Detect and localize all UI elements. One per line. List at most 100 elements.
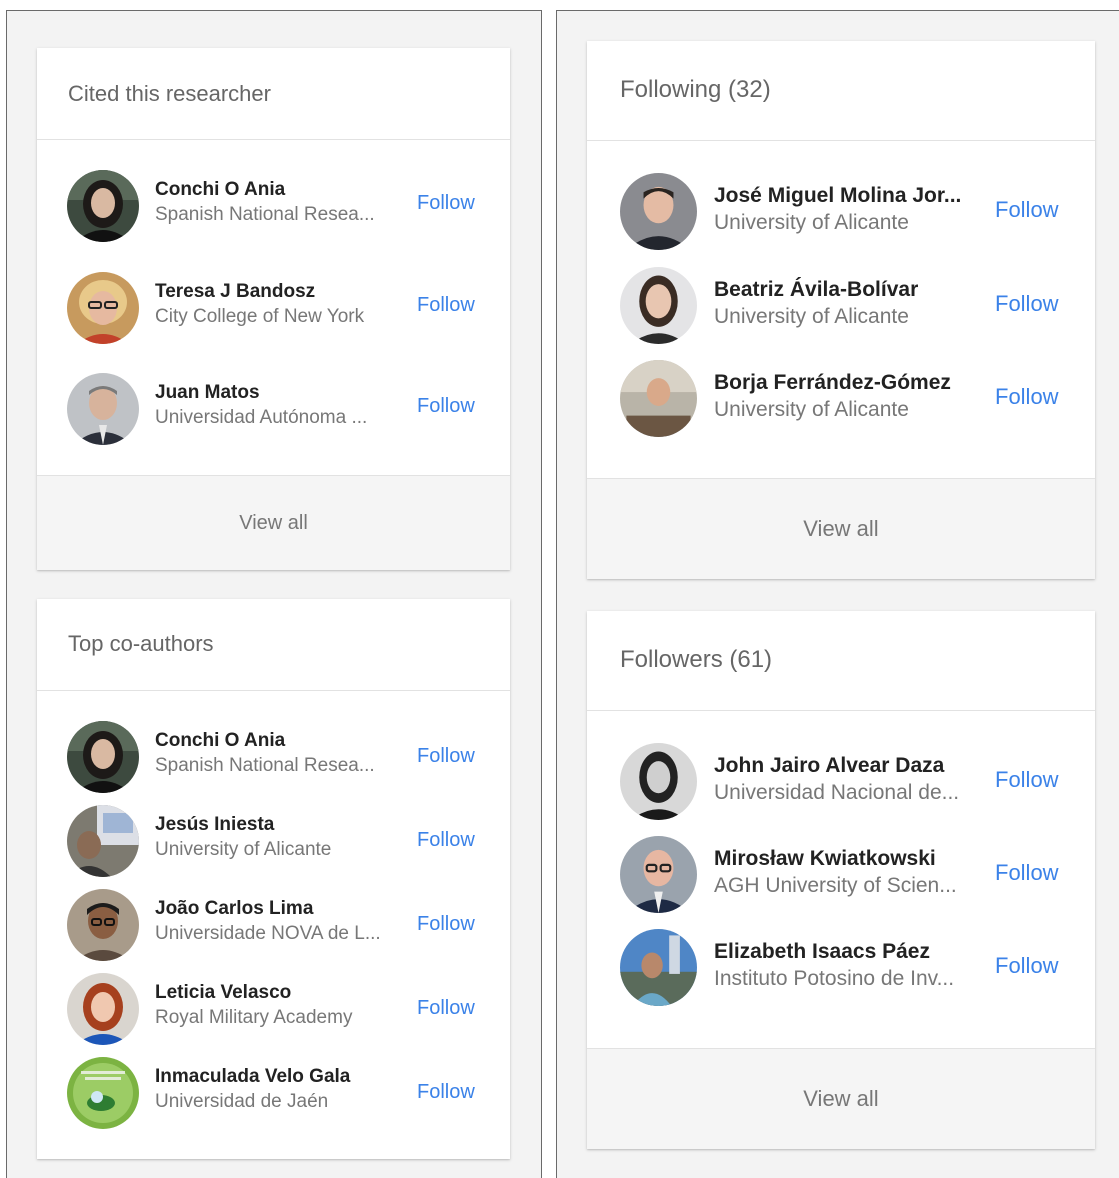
left-column: Cited this researcher Conchi O Ania Span… (6, 10, 542, 1178)
person-info: João Carlos Lima Universidade NOVA de L.… (155, 897, 405, 947)
person-affiliation: Universidade NOVA de L... (155, 923, 381, 944)
avatar[interactable] (620, 360, 697, 437)
cited-card: Cited this researcher Conchi O Ania Span… (37, 48, 510, 570)
person-info: Juan Matos Universidad Autónoma ... (155, 381, 405, 431)
person-info: Leticia Velasco Royal Military Academy (155, 981, 405, 1031)
person-affiliation: Instituto Potosino de Inv... (714, 967, 955, 990)
person-affiliation: Royal Military Academy (155, 1007, 353, 1028)
view-all-button[interactable]: View all (239, 512, 308, 535)
view-all-button[interactable]: View all (803, 516, 878, 542)
person-info: Teresa J Bandosz City College of New Yor… (155, 280, 405, 330)
person-affiliation: Universidad Nacional de... (714, 781, 960, 804)
person-affiliation: University of Alicante (714, 211, 909, 234)
person-info: Conchi O Ania Spanish National Resea... (155, 178, 405, 228)
person-affiliation: Spanish National Resea... (155, 755, 375, 776)
person-info: Inmaculada Velo Gala Universidad de Jaén (155, 1065, 405, 1115)
person-info: Conchi O Ania Spanish National Resea... (155, 729, 405, 779)
follow-button[interactable]: Follow (417, 745, 475, 768)
list-item: Elizabeth Isaacs Páez Instituto Potosino… (587, 929, 1095, 1009)
avatar[interactable] (67, 973, 139, 1045)
follow-button[interactable]: Follow (995, 767, 1059, 793)
list-item: José Miguel Molina Jor... University of … (587, 173, 1095, 253)
person-name[interactable]: Mirosław Kwiatkowski (714, 845, 978, 872)
follow-button[interactable]: Follow (417, 829, 475, 852)
card-title: Followers (61) (620, 646, 773, 673)
person-affiliation: Spanish National Resea... (155, 204, 375, 225)
avatar[interactable] (620, 929, 697, 1006)
list-item: Conchi O Ania Spanish National Resea... … (37, 170, 510, 250)
list-item: Juan Matos Universidad Autónoma ... Foll… (37, 373, 510, 453)
person-affiliation: Universidad de Jaén (155, 1091, 329, 1112)
person-info: Elizabeth Isaacs Páez Instituto Potosino… (714, 938, 978, 993)
person-name[interactable]: Teresa J Bandosz (155, 280, 405, 304)
following-card-header: Following (32) (587, 41, 1095, 141)
view-all-button[interactable]: View all (803, 1086, 878, 1112)
follow-button[interactable]: Follow (417, 913, 475, 936)
follow-button[interactable]: Follow (995, 860, 1059, 886)
follow-button[interactable]: Follow (417, 192, 475, 215)
followers-card: Followers (61) John Jairo Alvear Daza Un… (587, 611, 1095, 1149)
avatar[interactable] (67, 805, 139, 877)
person-info: Jesús Iniesta University of Alicante (155, 813, 405, 863)
person-name[interactable]: José Miguel Molina Jor... (714, 182, 978, 209)
person-name[interactable]: Inmaculada Velo Gala (155, 1065, 405, 1089)
person-info: Mirosław Kwiatkowski AGH University of S… (714, 845, 978, 900)
follow-button[interactable]: Follow (417, 395, 475, 418)
avatar[interactable] (67, 889, 139, 961)
list-item: Borja Ferrández-Gómez University of Alic… (587, 360, 1095, 440)
person-name[interactable]: Juan Matos (155, 381, 405, 405)
person-affiliation: Universidad Autónoma ... (155, 407, 368, 428)
avatar[interactable] (67, 272, 139, 344)
card-title: Cited this researcher (68, 81, 271, 106)
person-name[interactable]: João Carlos Lima (155, 897, 405, 921)
right-column: Following (32) José Miguel Molina Jor...… (556, 10, 1119, 1178)
person-name[interactable]: John Jairo Alvear Daza (714, 752, 978, 779)
view-all-footer: View all (37, 475, 510, 570)
person-affiliation: University of Alicante (155, 839, 332, 860)
avatar[interactable] (67, 1057, 139, 1129)
following-card: Following (32) José Miguel Molina Jor...… (587, 41, 1095, 579)
person-name[interactable]: Conchi O Ania (155, 178, 405, 202)
avatar[interactable] (67, 721, 139, 793)
person-name[interactable]: Conchi O Ania (155, 729, 405, 753)
view-all-footer: View all (587, 1048, 1095, 1149)
follow-button[interactable]: Follow (417, 997, 475, 1020)
person-info: Borja Ferrández-Gómez University of Alic… (714, 369, 978, 424)
follow-button[interactable]: Follow (417, 1081, 475, 1104)
person-name[interactable]: Leticia Velasco (155, 981, 405, 1005)
person-info: Beatriz Ávila-Bolívar University of Alic… (714, 276, 978, 331)
person-name[interactable]: Borja Ferrández-Gómez (714, 369, 978, 396)
avatar[interactable] (67, 373, 139, 445)
list-item: Leticia Velasco Royal Military Academy F… (37, 973, 510, 1053)
person-affiliation: AGH University of Scien... (714, 874, 957, 897)
person-info: José Miguel Molina Jor... University of … (714, 182, 978, 237)
list-item: João Carlos Lima Universidade NOVA de L.… (37, 889, 510, 969)
avatar[interactable] (620, 743, 697, 820)
follow-button[interactable]: Follow (995, 197, 1059, 223)
list-item: Inmaculada Velo Gala Universidad de Jaén… (37, 1057, 510, 1137)
avatar[interactable] (620, 173, 697, 250)
avatar[interactable] (620, 836, 697, 913)
list-item: John Jairo Alvear Daza Universidad Nacio… (587, 743, 1095, 823)
person-name[interactable]: Jesús Iniesta (155, 813, 405, 837)
avatar[interactable] (67, 170, 139, 242)
list-item: Beatriz Ávila-Bolívar University of Alic… (587, 267, 1095, 347)
view-all-footer: View all (587, 478, 1095, 579)
follow-button[interactable]: Follow (417, 294, 475, 317)
person-name[interactable]: Elizabeth Isaacs Páez (714, 938, 978, 965)
coauthors-card: Top co-authors Conchi O Ania Spanish Nat… (37, 599, 510, 1159)
person-affiliation: University of Alicante (714, 305, 909, 328)
cited-card-header: Cited this researcher (37, 48, 510, 140)
list-item: Teresa J Bandosz City College of New Yor… (37, 272, 510, 352)
coauthors-card-header: Top co-authors (37, 599, 510, 691)
list-item: Conchi O Ania Spanish National Resea... … (37, 721, 510, 801)
avatar[interactable] (620, 267, 697, 344)
follow-button[interactable]: Follow (995, 953, 1059, 979)
list-item: Jesús Iniesta University of Alicante Fol… (37, 805, 510, 885)
card-title: Following (32) (620, 76, 771, 103)
follow-button[interactable]: Follow (995, 384, 1059, 410)
person-name[interactable]: Beatriz Ávila-Bolívar (714, 276, 978, 303)
card-title: Top co-authors (68, 631, 214, 656)
follow-button[interactable]: Follow (995, 291, 1059, 317)
person-info: John Jairo Alvear Daza Universidad Nacio… (714, 752, 978, 807)
